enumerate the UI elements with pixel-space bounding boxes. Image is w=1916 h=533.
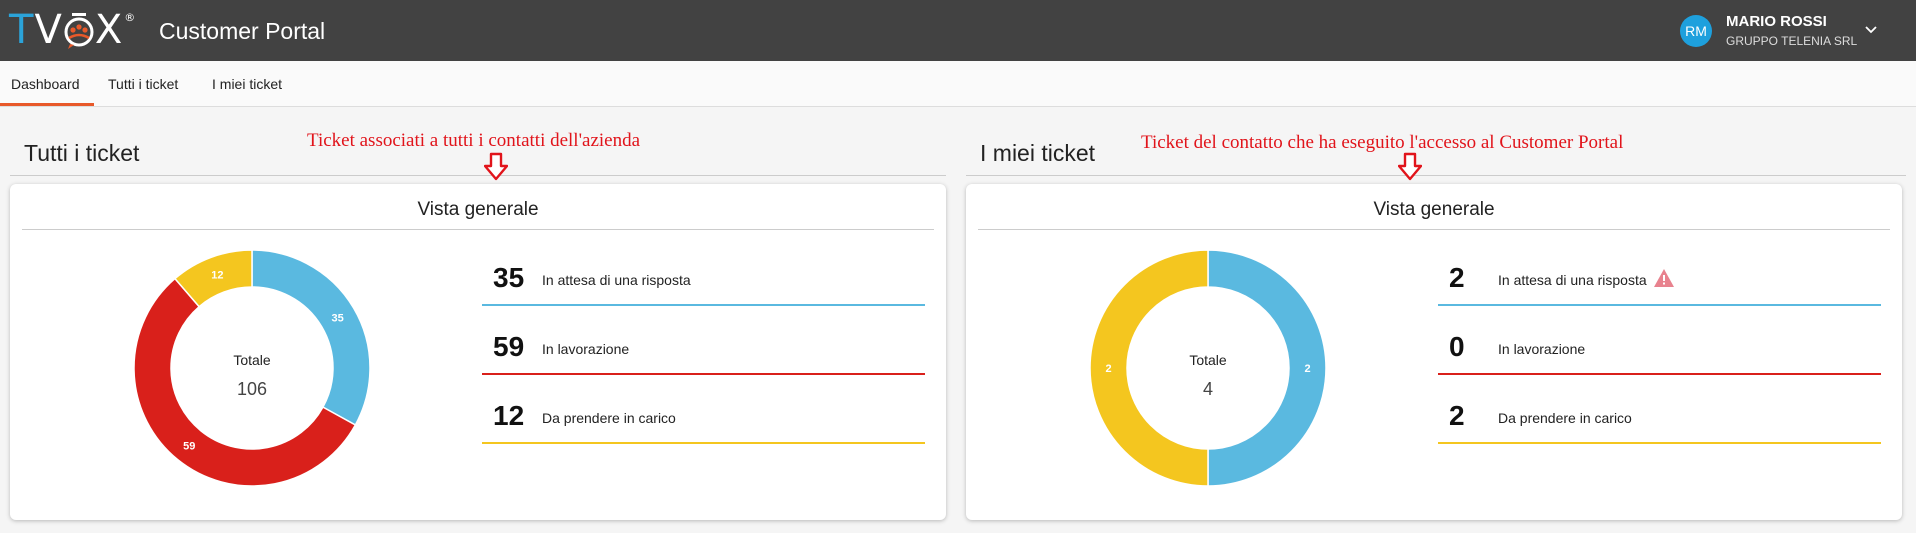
card-title: Vista generale xyxy=(1373,199,1495,220)
stat-to-take-charge[interactable]: 12 Da prendere in carico xyxy=(482,388,925,444)
stat-value: 35 xyxy=(493,262,525,293)
stat-underline xyxy=(1438,373,1881,375)
donut-slice-label: 2 xyxy=(1105,363,1111,375)
stat-awaiting-response[interactable]: 35 In attesa di una risposta xyxy=(482,250,925,306)
donut-total-value: 106 xyxy=(237,379,267,399)
top-bar: TV X ® Customer Portal RM MARIO ROSSI GRU… xyxy=(0,0,1916,61)
donut-total-label: Totale xyxy=(1189,352,1227,368)
avatar[interactable]: RM xyxy=(1680,15,1712,47)
section-divider xyxy=(10,175,946,176)
donut-total-label: Totale xyxy=(233,352,271,368)
nav-tabs: Dashboard Tutti i ticket I miei ticket xyxy=(0,61,1916,107)
stat-label: Da prendere in carico xyxy=(1498,410,1632,426)
stat-awaiting-response[interactable]: 2 In attesa di una risposta xyxy=(1438,250,1881,306)
stat-label: In lavorazione xyxy=(1498,341,1586,357)
active-tab-indicator xyxy=(0,103,94,106)
section-title-i-miei-ticket: I miei ticket xyxy=(980,140,1096,166)
user-name[interactable]: MARIO ROSSI xyxy=(1726,13,1827,30)
tvox-logo[interactable]: TV X ® xyxy=(9,7,136,53)
donut-total-value: 4 xyxy=(1203,379,1213,399)
stat-value: 12 xyxy=(493,400,525,431)
stat-in-progress[interactable]: 59 In lavorazione xyxy=(482,319,925,375)
stat-to-take-charge[interactable]: 2 Da prendere in carico xyxy=(1438,388,1881,444)
stat-value: 59 xyxy=(493,331,525,362)
annotation-tutti-i-ticket: Ticket associati a tutti i contatti dell… xyxy=(307,130,641,151)
stat-underline xyxy=(1438,442,1881,444)
tab-dashboard[interactable]: Dashboard xyxy=(11,76,80,92)
stat-label: Da prendere in carico xyxy=(542,410,676,426)
tvox-logo-icon xyxy=(64,13,94,49)
chevron-down-icon[interactable] xyxy=(1862,20,1880,38)
stat-label: In lavorazione xyxy=(542,341,630,357)
overview-card-tutti-i-ticket: Vista generale Totale 106 35 59 12 35 In a… xyxy=(10,184,946,520)
app-title: Customer Portal xyxy=(159,18,326,44)
stat-underline xyxy=(482,442,925,444)
stat-label: In attesa di una risposta xyxy=(542,272,691,288)
donut-slice-label: 35 xyxy=(332,312,344,324)
stat-label: In attesa di una risposta xyxy=(1498,272,1647,288)
donut-slice-label: 2 xyxy=(1304,363,1310,375)
arrow-down-icon xyxy=(484,152,508,181)
card-title: Vista generale xyxy=(417,199,539,220)
card-divider xyxy=(22,229,934,230)
arrow-down-icon xyxy=(1398,152,1422,181)
stat-underline xyxy=(482,373,925,375)
overview-card-i-miei-ticket: Vista generale Totale 4 2 2 2 In attesa d… xyxy=(966,184,1902,520)
annotation-i-miei-ticket: Ticket del contatto che ha eseguito l'ac… xyxy=(1141,132,1624,153)
stat-underline xyxy=(482,304,925,306)
donut-slice-awaiting[interactable] xyxy=(251,250,370,426)
stat-value: 2 xyxy=(1449,400,1465,431)
card-divider xyxy=(978,229,1890,230)
section-divider xyxy=(966,175,1906,176)
tab-i-miei-ticket[interactable]: I miei ticket xyxy=(212,76,282,92)
stat-underline xyxy=(1438,304,1881,306)
stat-value: 2 xyxy=(1449,262,1465,293)
user-organization: GRUPPO TELENIA SRL xyxy=(1726,34,1858,48)
tickets-donut-chart[interactable]: Totale 106 35 59 12 xyxy=(134,250,370,486)
stat-value: 0 xyxy=(1449,331,1465,362)
donut-slice-label: 12 xyxy=(211,270,223,282)
warning-icon xyxy=(1654,269,1674,287)
section-title-tutti-i-ticket: Tutti i ticket xyxy=(24,140,140,166)
donut-slice-label: 59 xyxy=(183,440,195,452)
stat-in-progress[interactable]: 0 In lavorazione xyxy=(1438,319,1881,375)
tab-tutti-i-ticket[interactable]: Tutti i ticket xyxy=(108,76,178,92)
tickets-donut-chart[interactable]: Totale 4 2 2 xyxy=(1090,250,1326,486)
